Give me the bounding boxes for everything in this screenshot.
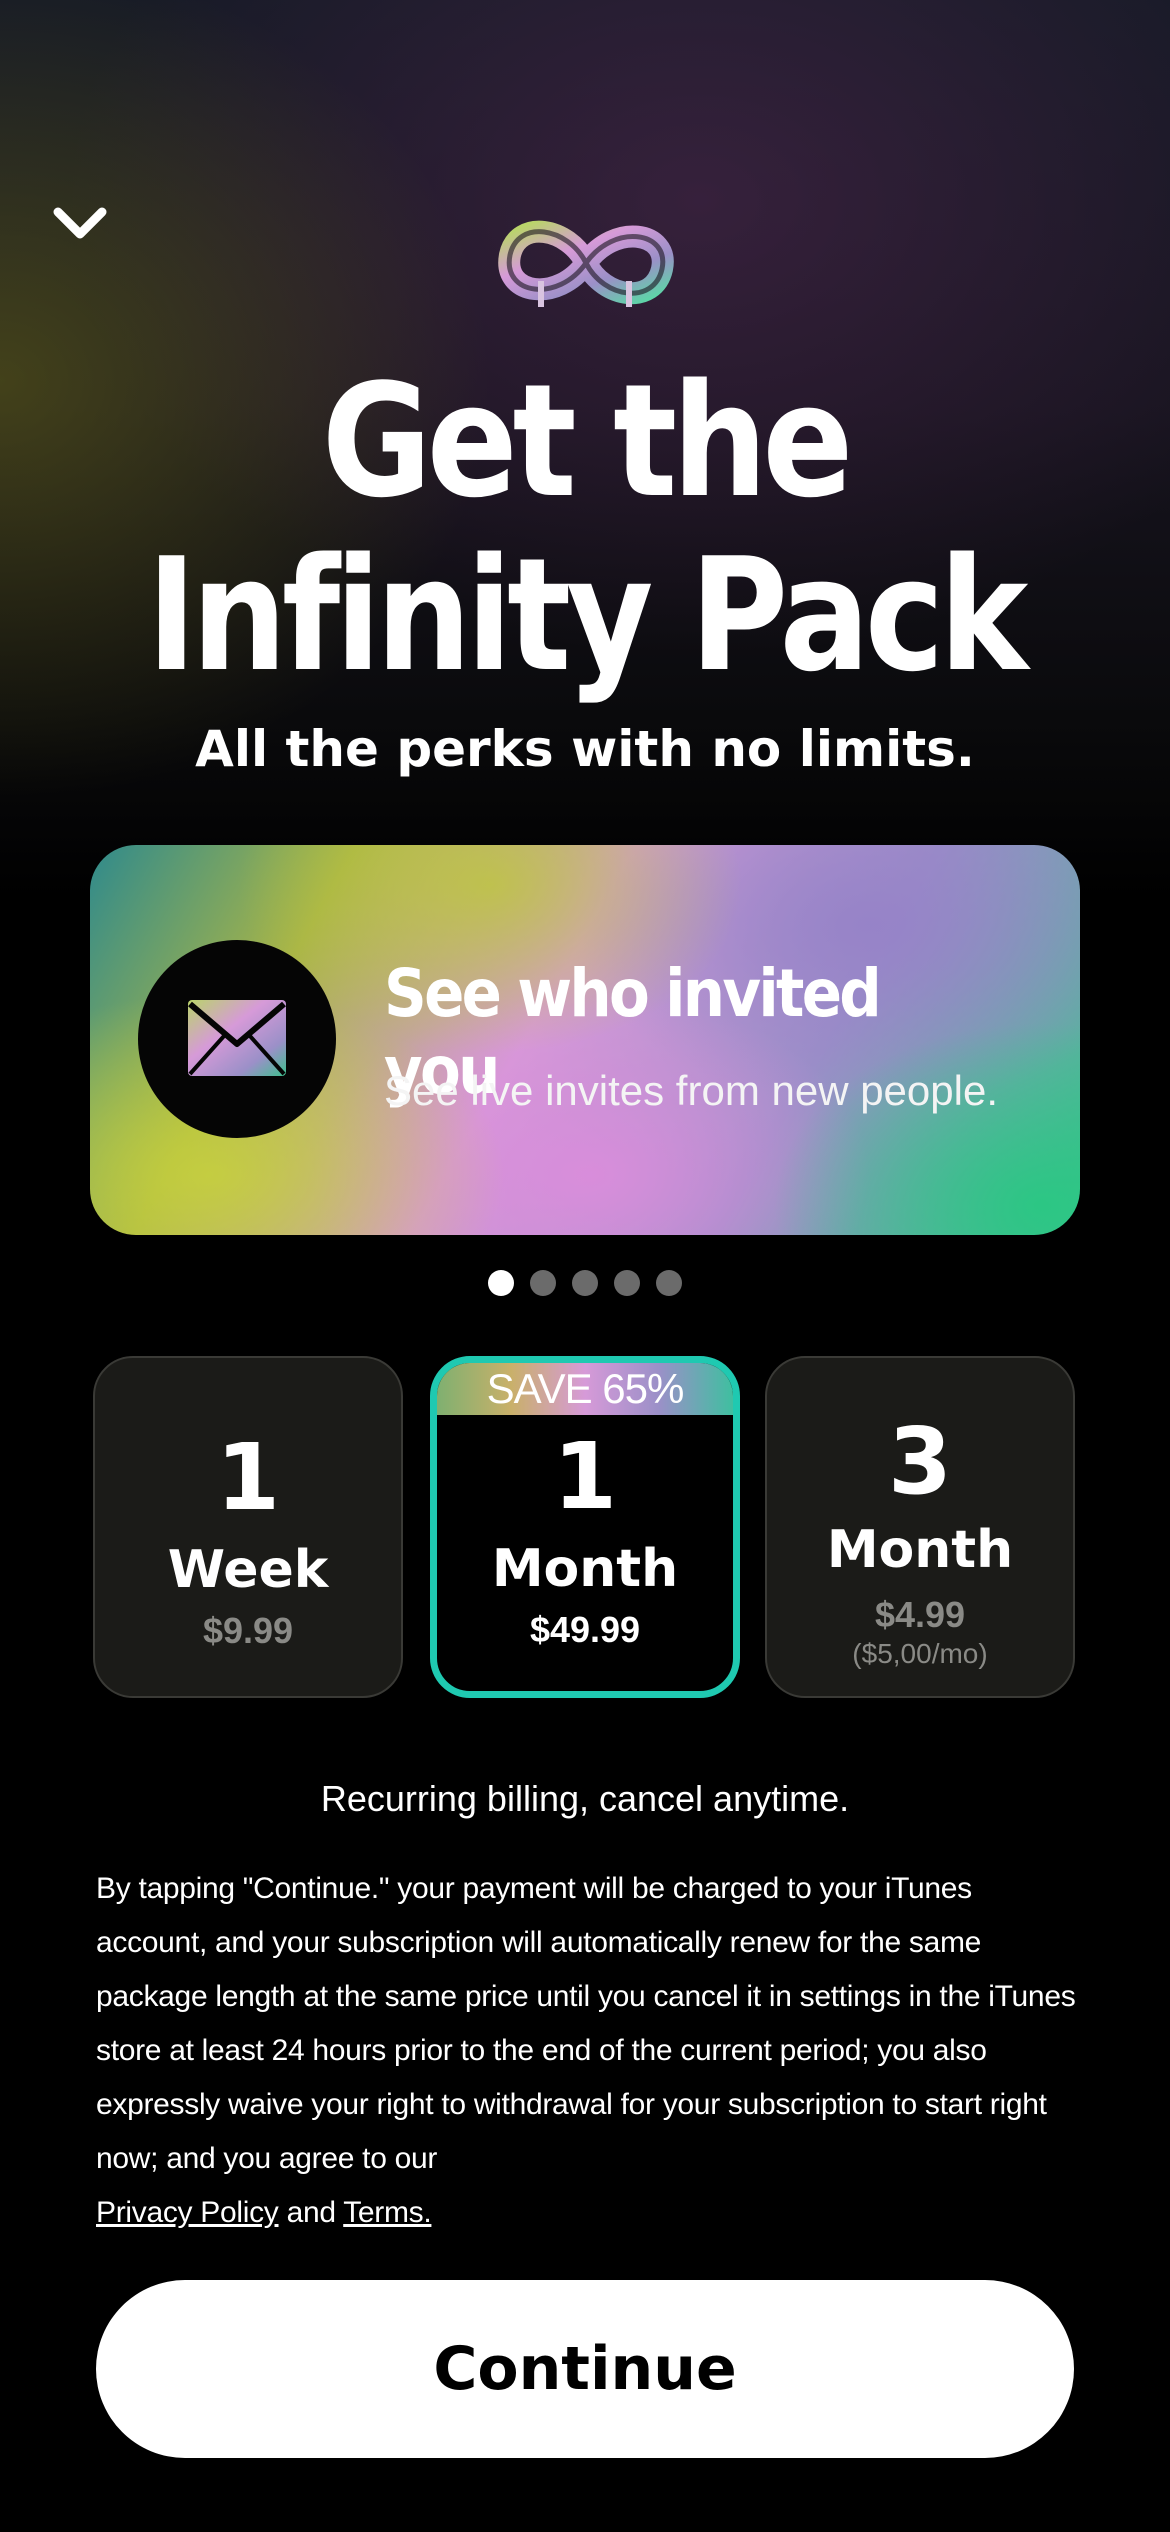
legal-body: By tapping "Continue." your payment will… [96, 1872, 1076, 2175]
page-dot[interactable] [614, 1270, 640, 1296]
page-dot[interactable] [656, 1270, 682, 1296]
page-subtitle: All the perks with no limits. [195, 720, 975, 778]
carousel-page-indicator [0, 1270, 1170, 1296]
plan-number: 1 [215, 1424, 280, 1531]
legal-text: By tapping "Continue." your payment will… [96, 1862, 1086, 2240]
plan-option-3-month[interactable]: 3 Month $4.99 ($5,00/mo) [765, 1356, 1075, 1698]
legal-and: and [286, 2196, 336, 2229]
envelope-icon [138, 940, 336, 1138]
plan-option-1-week[interactable]: 1 Week $9.99 [93, 1356, 403, 1698]
page-title-line1: Get the [321, 350, 854, 532]
plan-number: 1 [552, 1423, 617, 1530]
savings-badge: SAVE 65% [437, 1363, 733, 1415]
plan-number: 3 [887, 1408, 952, 1515]
privacy-policy-link[interactable]: Privacy Policy [96, 2196, 279, 2229]
plan-price: $49.99 [529, 1609, 641, 1650]
continue-button[interactable]: Continue [96, 2280, 1074, 2458]
feature-card[interactable]: See who invited you See live invites fro… [90, 845, 1080, 1235]
plan-option-1-month[interactable]: SAVE 65% 1 Month $49.99 [430, 1356, 740, 1698]
plan-unit: Week [167, 1540, 329, 1600]
page-dot[interactable] [572, 1270, 598, 1296]
billing-note: Recurring billing, cancel anytime. [320, 1778, 850, 1819]
plan-price: $4.99 [874, 1594, 966, 1635]
chevron-down-icon[interactable] [50, 200, 110, 250]
plan-unit: Month [826, 1520, 1014, 1580]
page-dot[interactable] [488, 1270, 514, 1296]
page-title-line2: Infinity Pack [146, 524, 1029, 706]
infinity-icon [498, 205, 674, 321]
plan-per-month: ($5,00/mo) [852, 1638, 988, 1669]
terms-link[interactable]: Terms. [343, 2196, 432, 2229]
feature-card-subtitle: See live invites from new people. [384, 1067, 998, 1114]
page-dot[interactable] [530, 1270, 556, 1296]
plan-price: $9.99 [202, 1610, 294, 1651]
plan-unit: Month [491, 1539, 679, 1599]
